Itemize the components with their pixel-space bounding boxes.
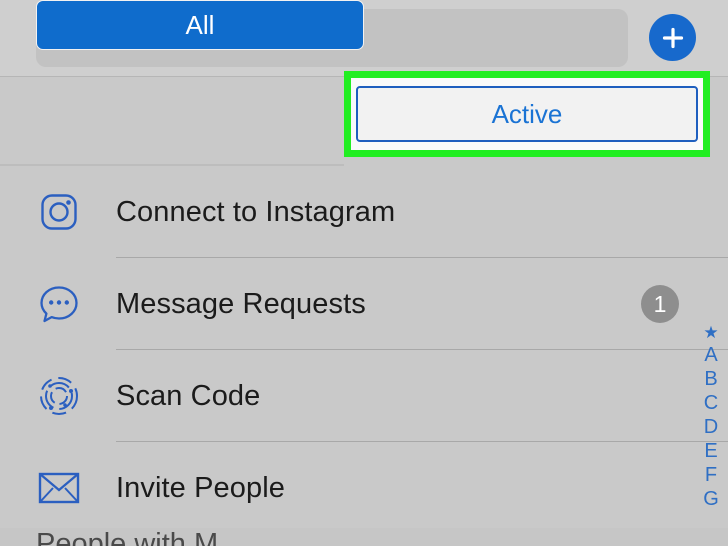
- message-bubble-icon: [36, 281, 82, 327]
- tab-all[interactable]: All: [36, 0, 364, 50]
- status-badge: 1: [641, 285, 679, 323]
- tab-active-label: Active: [491, 99, 563, 129]
- list-item-label: Scan Code: [116, 379, 261, 412]
- alphabet-index-star[interactable]: ★: [703, 322, 718, 343]
- instagram-icon: [36, 189, 82, 235]
- alphabet-index[interactable]: ★ A B C D E F G: [700, 322, 722, 511]
- alphabet-index-letter[interactable]: C: [704, 391, 718, 415]
- envelope-icon: [36, 465, 82, 511]
- list-item-label: Connect to Instagram: [116, 195, 396, 228]
- bottom-section: People with M: [0, 528, 728, 546]
- menu-list: Connect to Instagram Message Requests 1: [0, 166, 728, 528]
- add-new-button[interactable]: [649, 14, 696, 61]
- scan-code-icon: [36, 373, 82, 419]
- list-item-scan-code[interactable]: Scan Code: [0, 350, 728, 442]
- alphabet-index-letter[interactable]: A: [704, 343, 717, 367]
- list-item-invite-people[interactable]: Invite People: [0, 442, 728, 534]
- alphabet-index-letter[interactable]: B: [704, 367, 717, 391]
- alphabet-index-letter[interactable]: E: [704, 439, 717, 463]
- bottom-section-title: People with M: [36, 528, 219, 546]
- plus-icon: [658, 23, 688, 53]
- list-item-connect-instagram[interactable]: Connect to Instagram: [0, 166, 728, 258]
- alphabet-index-letter[interactable]: G: [703, 487, 719, 511]
- list-item-label: Invite People: [116, 471, 285, 504]
- tab-all-label: All: [185, 10, 215, 40]
- list-item-message-requests[interactable]: Message Requests 1: [0, 258, 728, 350]
- phone-screen: Search All Active: [0, 0, 728, 546]
- tab-active[interactable]: Active: [356, 86, 698, 142]
- alphabet-index-letter[interactable]: F: [705, 463, 717, 487]
- alphabet-index-letter[interactable]: D: [704, 415, 718, 439]
- list-item-label: Message Requests: [116, 287, 366, 320]
